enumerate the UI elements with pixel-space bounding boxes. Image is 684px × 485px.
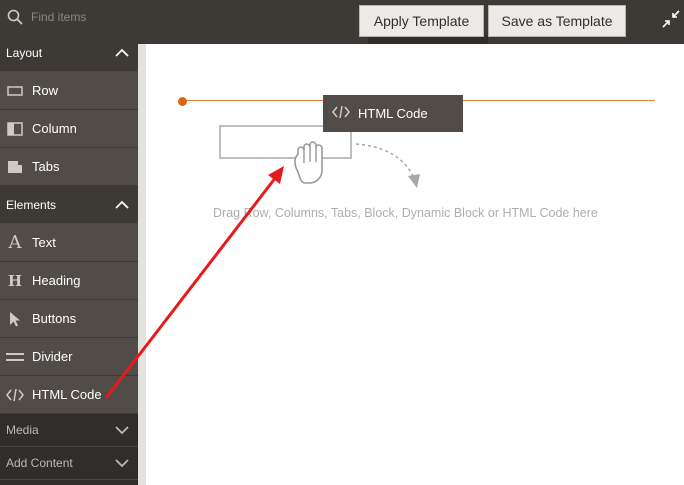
section-layout-title: Layout xyxy=(6,45,43,60)
sidebar-item-row[interactable]: Row xyxy=(0,72,138,110)
tabs-icon xyxy=(6,158,24,176)
chevron-up-icon xyxy=(115,200,129,209)
sidebar-item-divider[interactable]: Divider xyxy=(0,338,138,376)
drop-hint-text: Drag Row, Columns, Tabs, Block, Dynamic … xyxy=(213,206,598,220)
sidebar-item-text[interactable]: A Text xyxy=(0,224,138,262)
section-elements-header[interactable]: Elements xyxy=(0,186,138,224)
sidebar-item-label: Buttons xyxy=(32,311,77,326)
search-input[interactable] xyxy=(31,7,131,27)
drag-helper-html-code[interactable]: HTML Code xyxy=(323,95,463,132)
section-layout-header[interactable]: Layout xyxy=(0,34,138,72)
drop-placeholder-dot xyxy=(178,97,187,106)
sidebar-item-label: Column xyxy=(32,121,77,136)
section-media-title: Media xyxy=(6,423,39,437)
chevron-up-icon xyxy=(115,48,129,57)
section-add-content-header[interactable]: Add Content xyxy=(0,447,138,480)
sidebar-item-label: Tabs xyxy=(32,159,60,174)
text-icon: A xyxy=(8,232,22,253)
sidebar-item-html-code[interactable]: HTML Code xyxy=(0,376,138,414)
drag-helper-label: HTML Code xyxy=(358,106,428,121)
sidebar-item-column[interactable]: Column xyxy=(0,110,138,148)
sidebar-item-tabs[interactable]: Tabs xyxy=(0,148,138,186)
apply-template-button[interactable]: Apply Template xyxy=(359,5,484,37)
sidebar-item-label: Heading xyxy=(32,273,81,288)
sidebar-item-label: HTML Code xyxy=(32,387,102,402)
sidebar-item-heading[interactable]: H Heading xyxy=(0,262,138,300)
divider-icon xyxy=(6,348,24,366)
sidebar-item-buttons[interactable]: Buttons xyxy=(0,300,138,338)
cursor-icon xyxy=(6,310,24,328)
section-add-content-title: Add Content xyxy=(6,456,73,470)
section-media-header[interactable]: Media xyxy=(0,414,138,447)
sidebar-item-label: Divider xyxy=(32,349,73,364)
section-elements-title: Elements xyxy=(6,197,57,212)
search-bar xyxy=(0,0,138,34)
sidebar-item-label: Text xyxy=(32,235,56,250)
search-icon xyxy=(7,9,23,25)
column-icon xyxy=(6,120,24,138)
heading-icon: H xyxy=(7,271,23,290)
code-icon xyxy=(332,105,350,122)
save-as-template-button[interactable]: Save as Template xyxy=(488,5,626,37)
chevron-down-icon xyxy=(115,458,129,467)
row-icon xyxy=(6,82,24,100)
sidebar-item-label: Row xyxy=(32,83,59,98)
chevron-down-icon xyxy=(115,425,129,434)
panel-sidebar: Layout Row Column Tabs Elements A Text H… xyxy=(0,34,138,485)
sidebar-scroll-edge xyxy=(138,44,146,485)
collapse-fullscreen-icon[interactable] xyxy=(662,10,680,28)
code-icon xyxy=(6,386,24,404)
toolbar-notch xyxy=(368,36,488,44)
